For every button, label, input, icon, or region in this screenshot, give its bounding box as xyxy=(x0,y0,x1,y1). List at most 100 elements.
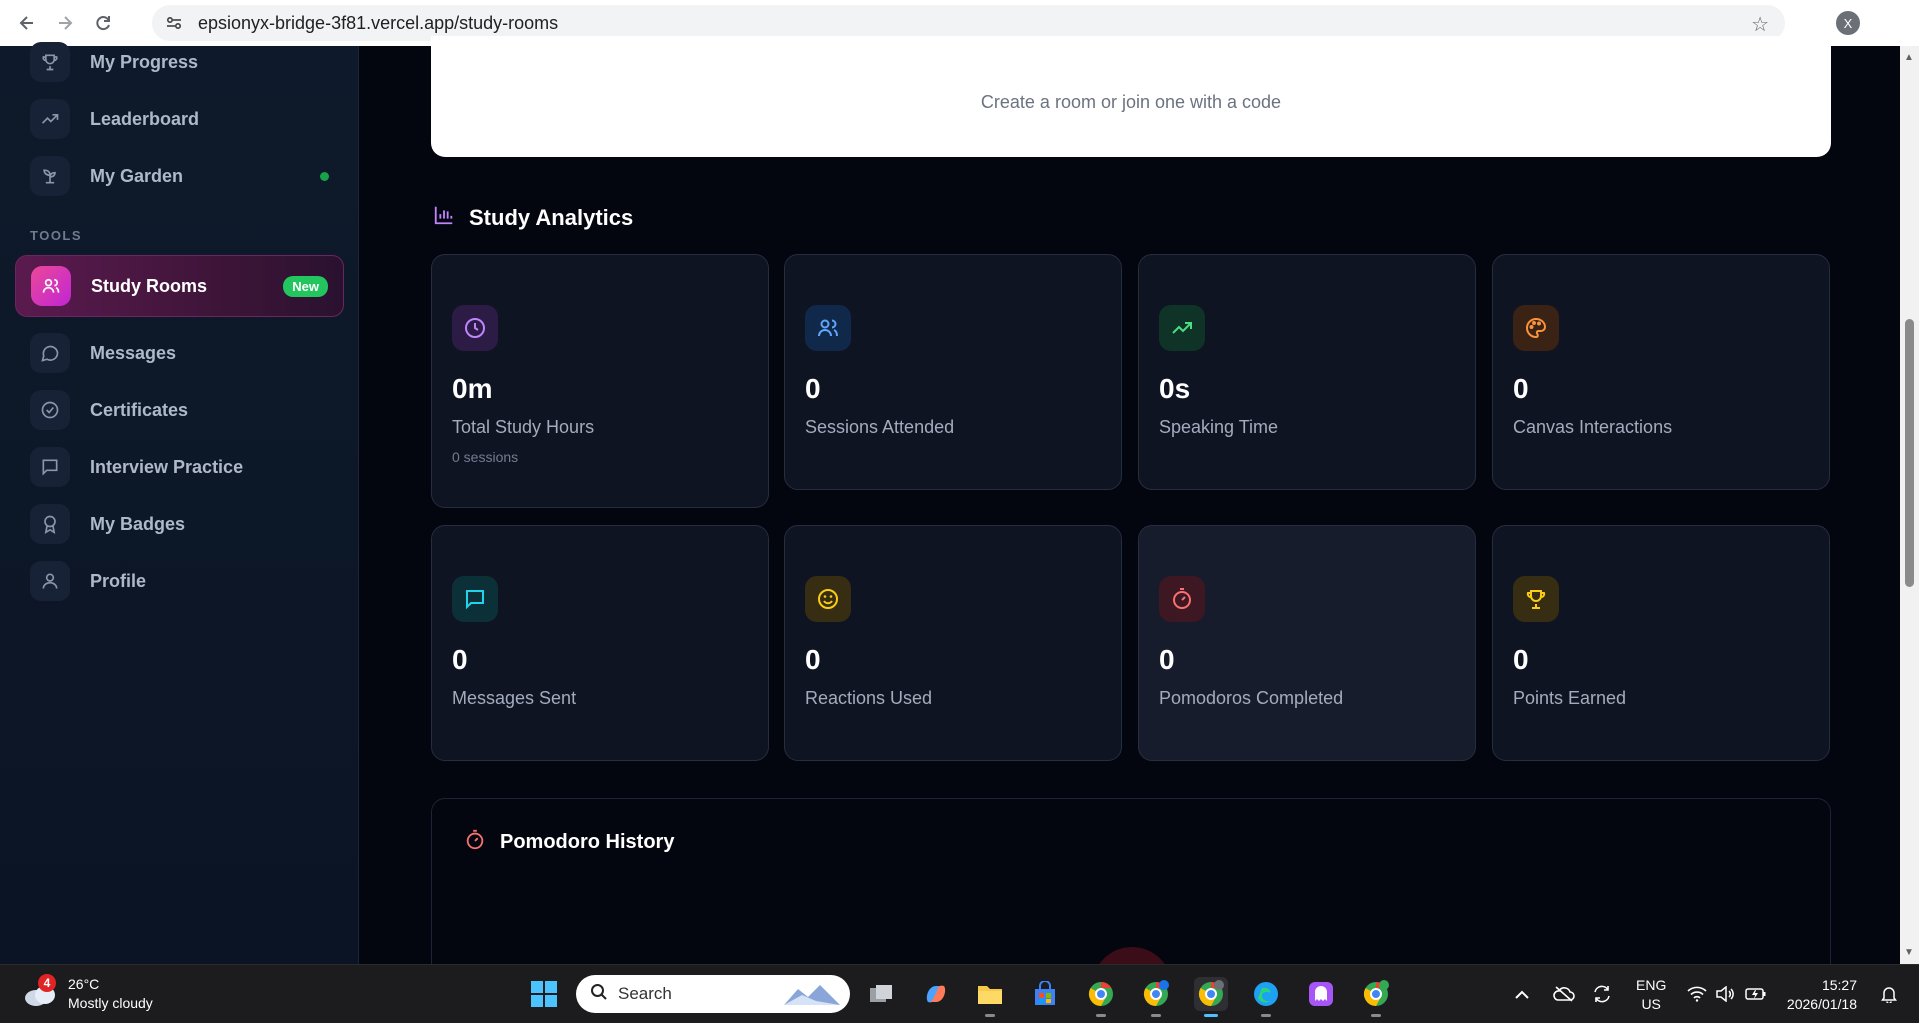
new-content-indicator xyxy=(320,171,329,181)
stat-value: 0s xyxy=(1159,373,1191,404)
stat-label: Canvas Interactions xyxy=(1513,417,1673,437)
notification-bell-icon[interactable] xyxy=(1874,977,1904,1011)
section-title: Pomodoro History xyxy=(500,831,675,853)
bookmark-star-icon[interactable]: ☆ xyxy=(1751,12,1769,37)
stat-value: 0 xyxy=(805,644,821,675)
new-badge: New xyxy=(283,275,328,297)
search-icon xyxy=(590,983,608,1006)
award-icon xyxy=(30,504,70,544)
battery-charging-icon[interactable] xyxy=(1741,977,1771,1011)
clock-icon xyxy=(452,305,498,351)
taskbar-search-box[interactable]: Search xyxy=(576,975,850,1013)
sidebar-item-my-garden[interactable]: My Garden xyxy=(15,145,344,207)
stat-label: Total Study Hours xyxy=(452,417,595,437)
stat-value: 0m xyxy=(452,373,493,404)
search-highlight-image xyxy=(782,979,842,1014)
check-circle-icon xyxy=(30,390,70,430)
sidebar-item-label: Study Rooms xyxy=(91,275,208,296)
message-square-icon xyxy=(30,447,70,487)
stat-label: Messages Sent xyxy=(452,688,577,708)
stat-label: Speaking Time xyxy=(1159,417,1279,437)
ghost-app-icon[interactable] xyxy=(1304,977,1338,1011)
chevron-up-icon[interactable] xyxy=(1506,977,1538,1011)
sidebar-item-leaderboard[interactable]: Leaderboard xyxy=(15,88,344,150)
sprout-icon xyxy=(30,156,70,196)
trending-up-icon xyxy=(1159,305,1205,351)
edge-icon[interactable] xyxy=(1249,977,1283,1017)
browser-profile-avatar[interactable]: X xyxy=(1836,11,1860,35)
system-clock[interactable]: 15:27 2026/01/18 xyxy=(1787,976,1857,1014)
stat-value: 0 xyxy=(1159,644,1175,675)
scroll-up-arrow-icon[interactable]: ▲ xyxy=(1904,52,1914,63)
stat-card-canvas-interactions: 0 Canvas Interactions xyxy=(1492,254,1830,490)
weather-condition-text: Mostly cloudy xyxy=(68,995,153,1011)
sidebar-item-my-progress[interactable]: My Progress xyxy=(15,31,344,93)
main-content: Create a room or join one with a code St… xyxy=(360,36,1900,998)
windows-start-icon[interactable] xyxy=(527,977,561,1011)
onedrive-paused-icon[interactable] xyxy=(1548,977,1580,1011)
sidebar: My Progress Leaderboard My Garden TOOLS … xyxy=(0,42,359,964)
sidebar-item-messages[interactable]: Messages xyxy=(15,322,344,384)
sidebar-item-label: Interview Practice xyxy=(90,456,244,477)
stat-value: 0 xyxy=(1513,644,1529,675)
users-icon xyxy=(805,305,851,351)
weather-alert-badge: 4 xyxy=(38,974,56,992)
task-view-icon[interactable] xyxy=(864,977,898,1011)
sidebar-item-label: Messages xyxy=(90,342,177,363)
sidebar-item-label: Profile xyxy=(90,570,147,591)
sidebar-item-label: Leaderboard xyxy=(90,108,200,129)
page-scrollbar[interactable]: ▲ ▼ xyxy=(1900,46,1919,964)
sync-icon[interactable] xyxy=(1586,977,1618,1011)
search-placeholder: Search xyxy=(618,984,672,1003)
empty-state-subtitle: Create a room or join one with a code xyxy=(980,92,1282,112)
sidebar-item-label: My Badges xyxy=(90,513,186,534)
stat-card-total-study-hours: 0m Total Study Hours 0 sessions xyxy=(431,254,769,508)
sidebar-item-certificates[interactable]: Certificates xyxy=(15,379,344,441)
copilot-icon[interactable] xyxy=(919,977,953,1011)
timer-icon xyxy=(1159,576,1205,622)
wifi-icon[interactable] xyxy=(1682,977,1712,1011)
pomodoro-history-header: Pomodoro History xyxy=(464,829,674,856)
volume-icon[interactable] xyxy=(1710,977,1740,1011)
stat-card-reactions-used: 0 Reactions Used xyxy=(784,525,1122,761)
clock-time: 15:27 xyxy=(1821,977,1857,993)
sidebar-item-label: Certificates xyxy=(90,399,189,420)
temperature-text: 26°C xyxy=(68,976,100,992)
sidebar-item-label: My Progress xyxy=(90,51,199,72)
section-title: Study Analytics xyxy=(469,204,634,230)
sidebar-item-study-rooms[interactable]: Study Rooms New xyxy=(15,255,344,317)
user-icon xyxy=(30,561,70,601)
microsoft-store-icon[interactable] xyxy=(1028,977,1062,1011)
windows-taskbar: 4 26°C Mostly cloudy Search ENG US 15:27… xyxy=(0,964,1919,1023)
language-code: ENG xyxy=(1636,977,1667,993)
smile-icon xyxy=(805,576,851,622)
chrome-profile-green-icon[interactable] xyxy=(1359,977,1393,1017)
sidebar-item-interview-practice[interactable]: Interview Practice xyxy=(15,436,344,498)
stat-card-messages-sent: 0 Messages Sent xyxy=(431,525,769,761)
stat-label: Reactions Used xyxy=(805,688,933,708)
stat-label: Pomodoros Completed xyxy=(1159,688,1344,708)
cloud-icon: 4 xyxy=(22,974,58,1008)
section-label-tools: TOOLS xyxy=(30,228,83,243)
chrome-profile-t-icon[interactable] xyxy=(1139,977,1173,1017)
chrome-active-window-icon[interactable] xyxy=(1194,977,1228,1017)
weather-widget[interactable]: 4 26°C Mostly cloudy xyxy=(22,974,153,1013)
users-icon xyxy=(31,266,71,306)
file-explorer-icon[interactable] xyxy=(973,977,1007,1017)
trophy-icon xyxy=(30,42,70,82)
language-indicator[interactable]: ENG US xyxy=(1636,976,1666,1014)
stat-card-points-earned: 0 Points Earned xyxy=(1492,525,1830,761)
scrollbar-thumb[interactable] xyxy=(1905,319,1914,587)
scroll-down-arrow-icon[interactable]: ▼ xyxy=(1904,947,1914,958)
message-circle-icon xyxy=(30,333,70,373)
clock-date: 2026/01/18 xyxy=(1786,996,1857,1012)
stat-label: Points Earned xyxy=(1513,688,1627,708)
study-rooms-empty-card: Create a room or join one with a code xyxy=(431,36,1831,157)
timer-icon xyxy=(464,829,486,856)
sidebar-item-profile[interactable]: Profile xyxy=(15,550,344,612)
sidebar-item-my-badges[interactable]: My Badges xyxy=(15,493,344,555)
chrome-icon[interactable] xyxy=(1084,977,1118,1017)
site-settings-icon[interactable] xyxy=(164,13,184,33)
stat-value: 0 xyxy=(452,644,468,675)
stat-value: 0 xyxy=(1513,373,1529,404)
